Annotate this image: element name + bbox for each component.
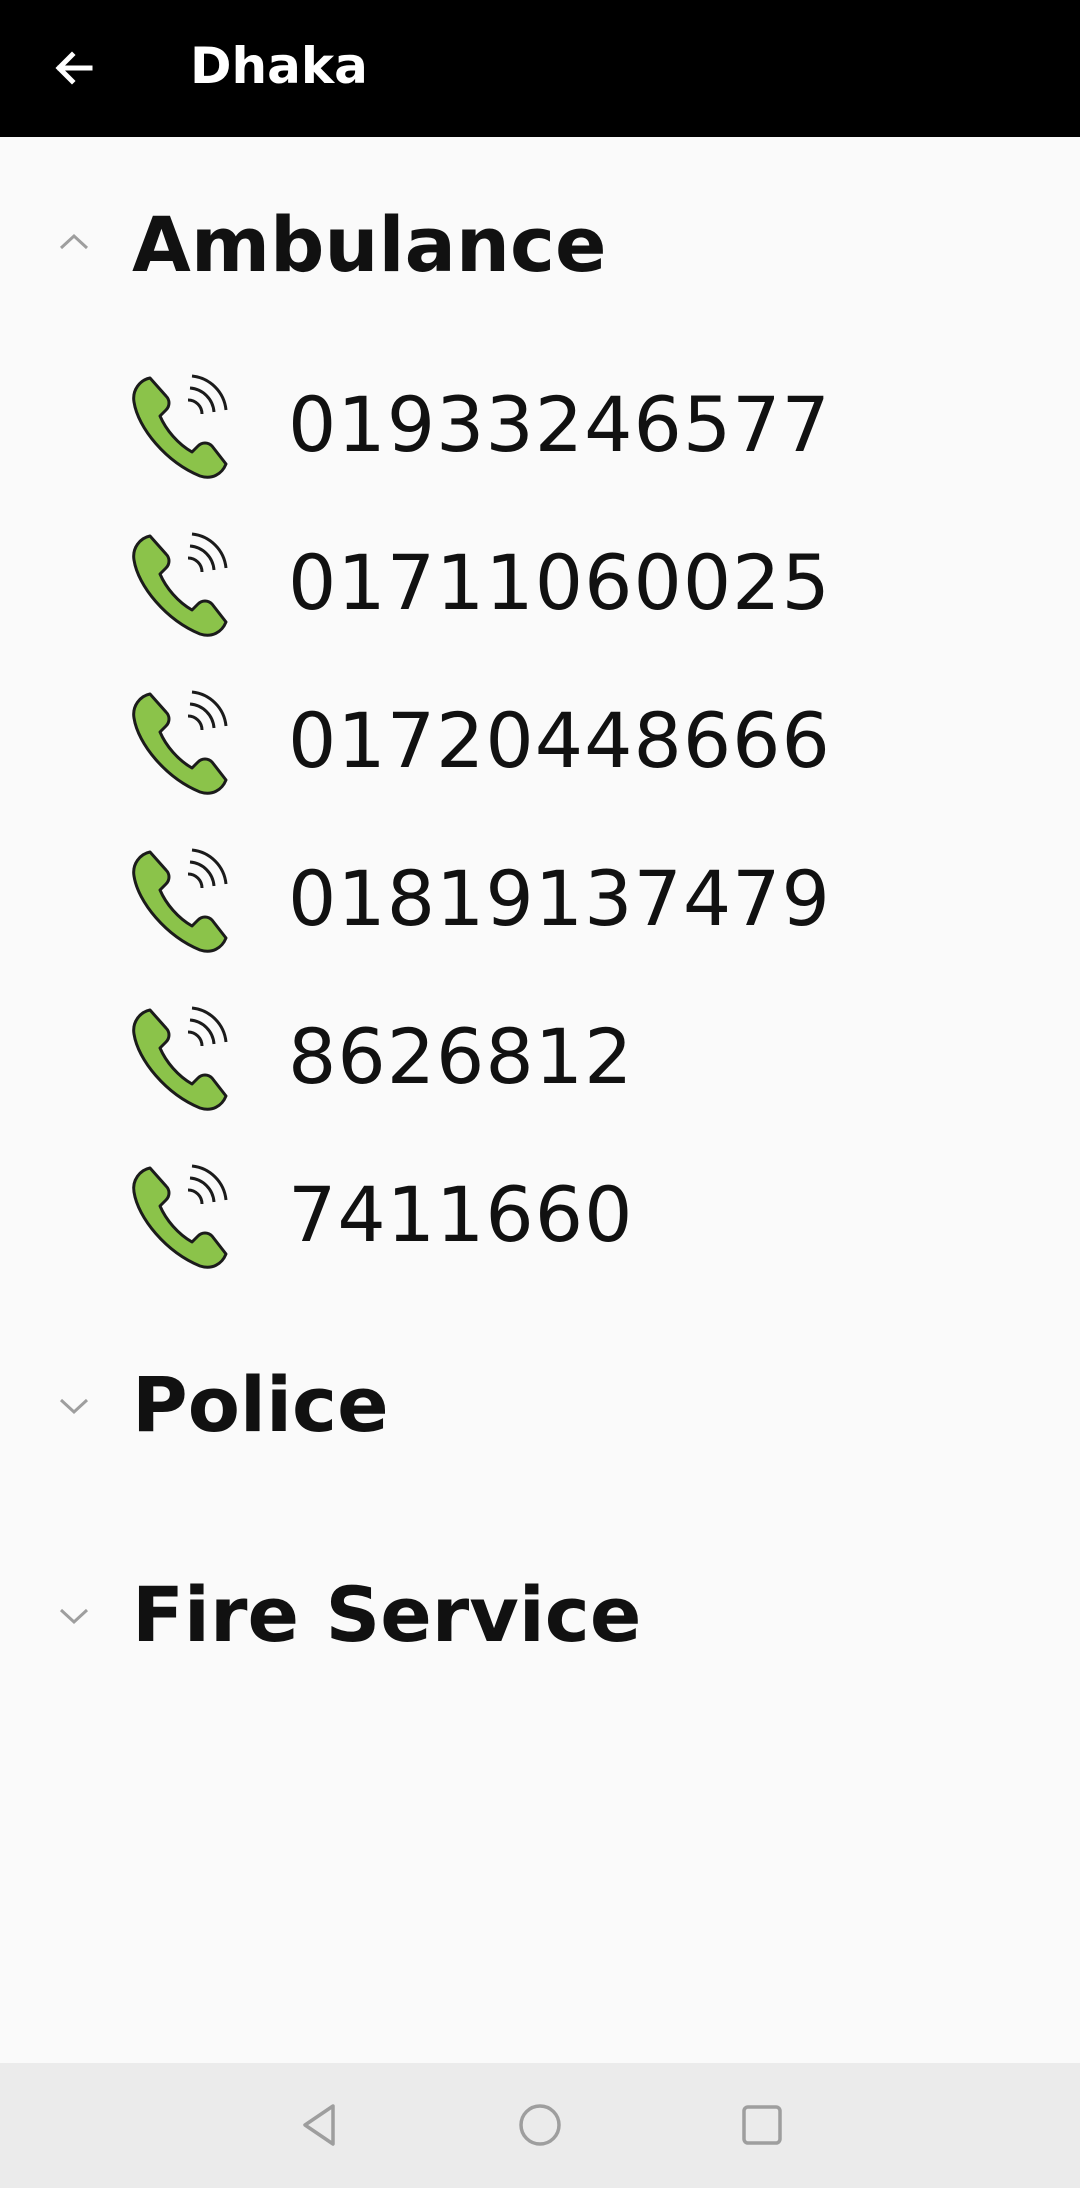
phone-number: 01720448666 [288,696,831,785]
page-title: Dhaka [190,37,368,95]
phone-number: 01933246577 [288,380,831,469]
system-nav-bar [0,2063,1080,2188]
phone-call-icon [132,848,228,953]
group-header-police[interactable]: Police [0,1346,1080,1466]
phone-number: 01711060025 [288,538,831,627]
square-recents-icon [742,2105,782,2145]
group-header-ambulance[interactable]: Ambulance [0,186,1080,306]
chevron-down-icon [59,1398,89,1415]
phone-row[interactable]: 8626812 [130,1004,950,1120]
phone-call-icon [132,690,228,795]
triangle-back-icon [303,2104,335,2146]
phone-row[interactable]: 01819137479 [130,846,950,962]
nav-recents-button[interactable] [722,2085,802,2165]
back-button[interactable] [30,24,118,112]
circle-home-icon [519,2104,561,2146]
arrow-left-icon [55,51,93,85]
phone-row[interactable]: 7411660 [130,1162,950,1278]
app-screen: Dhaka Ambulance 01933246577 01711060025 [0,0,1080,2188]
chevron-down-icon [59,1608,89,1625]
phone-row[interactable]: 01720448666 [130,688,950,804]
phone-number: 01819137479 [288,854,831,943]
phone-call-icon [132,1164,228,1269]
group-header-fire-service[interactable]: Fire Service [0,1556,1080,1676]
nav-home-button[interactable] [500,2085,580,2165]
group-label: Fire Service [132,1570,642,1659]
group-label: Police [132,1360,389,1449]
chevron-up-icon [59,233,89,250]
phone-number: 8626812 [288,1012,634,1101]
phone-row[interactable]: 01711060025 [130,530,950,646]
nav-back-button[interactable] [280,2085,360,2165]
phone-call-icon [132,1006,228,1111]
group-label: Ambulance [132,200,607,289]
phone-call-icon [132,532,228,637]
toolbar: Dhaka [0,0,1080,137]
phone-number: 7411660 [288,1170,634,1259]
phone-row[interactable]: 01933246577 [130,372,950,488]
phone-call-icon [132,374,228,479]
